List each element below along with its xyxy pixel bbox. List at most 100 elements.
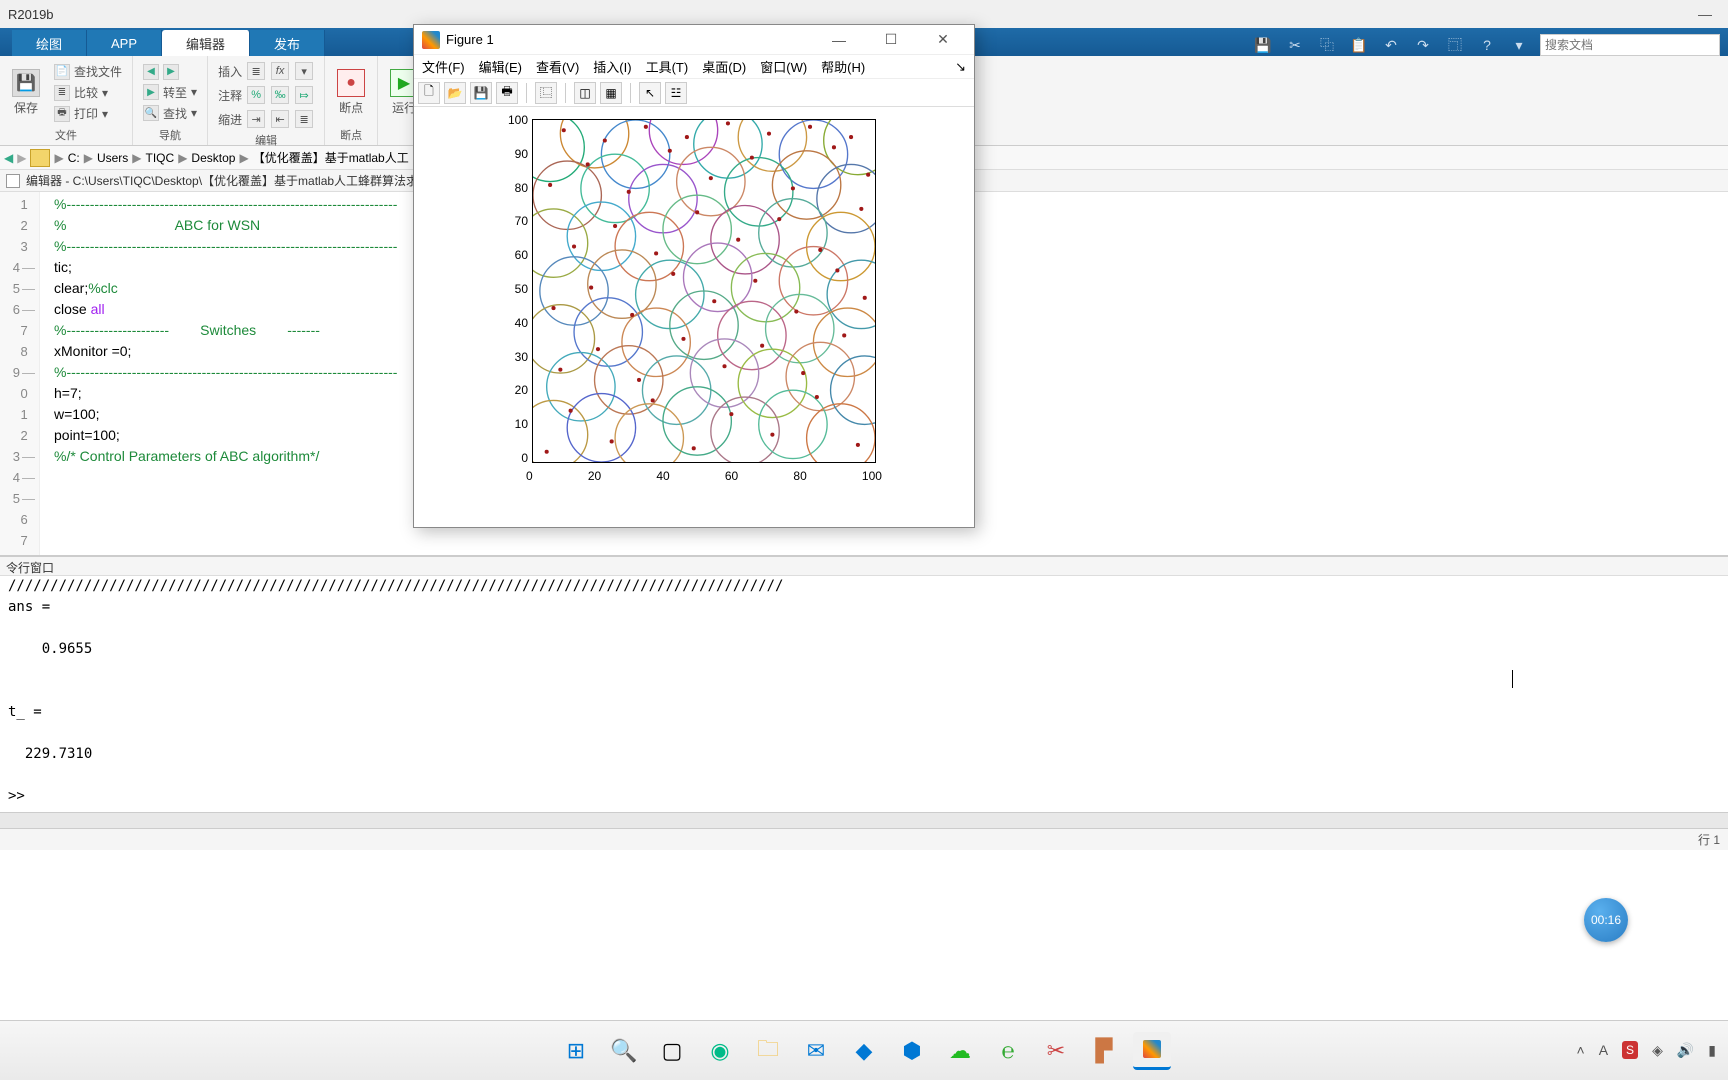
tab-publish[interactable]: 发布 xyxy=(250,30,325,56)
minimize-icon[interactable]: — xyxy=(1698,6,1712,22)
link-icon[interactable]: ⿺ xyxy=(535,82,557,104)
switch-icon[interactable]: ⿹ xyxy=(1444,34,1466,56)
tray-up-icon[interactable]: ˄ xyxy=(1577,1042,1585,1058)
dock-icon[interactable]: ◫ xyxy=(574,82,596,104)
menu-insert[interactable]: 插入(I) xyxy=(593,57,631,76)
command-window[interactable]: ////////////////////////////////////////… xyxy=(0,576,1728,812)
close-icon[interactable]: ✕ xyxy=(920,25,966,55)
search-input[interactable] xyxy=(1540,34,1720,56)
tray-volume-icon[interactable]: 🔊 xyxy=(1677,1042,1694,1059)
wechat-icon[interactable]: ☁ xyxy=(941,1032,979,1070)
horizontal-scrollbar[interactable] xyxy=(0,812,1728,828)
back-icon[interactable]: ◀ xyxy=(4,151,13,165)
tray-battery-icon[interactable]: ▮ xyxy=(1708,1042,1716,1059)
insert-more-icon[interactable]: ▾ xyxy=(295,62,313,80)
copy-icon[interactable]: ⿻ xyxy=(1316,34,1338,56)
tab-plot[interactable]: 绘图 xyxy=(12,30,87,56)
menu-view[interactable]: 查看(V) xyxy=(536,57,579,76)
redo-icon[interactable]: ↷ xyxy=(1412,34,1434,56)
tray-ime-icon[interactable]: A xyxy=(1599,1042,1608,1058)
smart-indent-icon[interactable]: ≣ xyxy=(295,110,313,128)
x-axis-ticks: 020406080100 xyxy=(526,469,882,483)
arrow-left-icon: ◀ xyxy=(143,64,159,80)
figure-titlebar[interactable]: Figure 1 — ☐ ✕ xyxy=(414,25,974,55)
goto-button[interactable]: ▶转至 ▾ xyxy=(141,83,199,102)
maximize-icon[interactable]: ☐ xyxy=(868,25,914,55)
goto-icon: ▶ xyxy=(143,84,159,100)
browser-icon[interactable]: ℮ xyxy=(989,1032,1027,1070)
open-icon[interactable]: 📂 xyxy=(444,82,466,104)
window-controls: — xyxy=(1698,6,1720,22)
breakpoints-icon: ● xyxy=(337,69,365,97)
indent-icon[interactable]: ⇥ xyxy=(247,110,265,128)
save-button[interactable]: 💾 保存 xyxy=(6,65,46,120)
uncomment-icon[interactable]: ‰ xyxy=(271,86,289,104)
tray-wifi-icon[interactable]: ◈ xyxy=(1652,1042,1663,1059)
explorer-icon[interactable]: 🗀 xyxy=(749,1032,787,1070)
y-axis-ticks: 1009080706050403020100 xyxy=(502,113,528,465)
menu-edit[interactable]: 编辑(E) xyxy=(479,57,522,76)
tab-app[interactable]: APP xyxy=(87,30,162,56)
print-icon[interactable]: 🖶 xyxy=(496,82,518,104)
search-icon[interactable]: 🔍 xyxy=(605,1032,643,1070)
forward-icon[interactable]: ▶ xyxy=(17,151,26,165)
app-icon-1[interactable]: ◆ xyxy=(845,1032,883,1070)
axes[interactable] xyxy=(532,119,876,463)
insert-legend-icon[interactable]: ☳ xyxy=(665,82,687,104)
figure-menubar: 文件(F) 编辑(E) 查看(V) 插入(I) 工具(T) 桌面(D) 窗口(W… xyxy=(414,55,974,79)
mail-icon[interactable]: ✉ xyxy=(797,1032,835,1070)
menu-tools[interactable]: 工具(T) xyxy=(646,57,689,76)
help-icon[interactable]: ? xyxy=(1476,34,1498,56)
figure-window[interactable]: Figure 1 — ☐ ✕ 文件(F) 编辑(E) 查看(V) 插入(I) 工… xyxy=(413,24,975,528)
nav-back-button[interactable]: ◀▶ xyxy=(141,63,199,81)
comment-icon[interactable]: % xyxy=(247,86,265,104)
save-icon[interactable]: 💾 xyxy=(1252,34,1274,56)
save-icon[interactable]: 💾 xyxy=(470,82,492,104)
windows-taskbar[interactable]: ⊞ 🔍 ▢ ◉ 🗀 ✉ ◆ ⬢ ☁ ℮ ✂ ▛ ˄ A S ◈ 🔊 ▮ xyxy=(0,1020,1728,1080)
insert-colorbar-icon[interactable]: ▦ xyxy=(600,82,622,104)
menu-desktop[interactable]: 桌面(D) xyxy=(702,57,746,76)
breakpoints-button[interactable]: ● 断点 xyxy=(331,65,371,120)
menu-window[interactable]: 窗口(W) xyxy=(760,57,807,76)
compare-button[interactable]: ≣比较 ▾ xyxy=(52,83,124,102)
outdent-icon[interactable]: ⇤ xyxy=(271,110,289,128)
snip-icon[interactable]: ✂ xyxy=(1037,1032,1075,1070)
paste-icon[interactable]: 📋 xyxy=(1348,34,1370,56)
task-view-icon[interactable]: ▢ xyxy=(653,1032,691,1070)
line-gutter: 1 2 3 4 —5 —6 —7 8 9 —0 1 2 3 —4 —5 —6 7 xyxy=(0,192,40,555)
matlab-logo-icon xyxy=(422,31,440,49)
undo-icon[interactable]: ↶ xyxy=(1380,34,1402,56)
print-icon: 🖶 xyxy=(54,106,70,122)
find-icon: 🔍 xyxy=(143,105,159,121)
wrap-comment-icon[interactable]: ⤇ xyxy=(295,86,313,104)
tray-input-icon[interactable]: S xyxy=(1622,1041,1638,1059)
app-icon-2[interactable]: ⬢ xyxy=(893,1032,931,1070)
app-title: R2019b xyxy=(8,7,54,22)
app-icon-3[interactable]: ▛ xyxy=(1085,1032,1123,1070)
find-button[interactable]: 🔍查找 ▾ xyxy=(141,104,199,123)
dropdown-icon[interactable]: ▾ xyxy=(1508,34,1530,56)
find-files-button[interactable]: 📄查找文件 xyxy=(52,62,124,81)
start-icon[interactable]: ⊞ xyxy=(557,1032,595,1070)
print-button[interactable]: 🖶打印 ▾ xyxy=(52,104,124,123)
cut-icon[interactable]: ✂ xyxy=(1284,34,1306,56)
edit-plot-icon[interactable]: ↖ xyxy=(639,82,661,104)
menu-file[interactable]: 文件(F) xyxy=(422,57,465,76)
quick-access: 💾 ✂ ⿻ 📋 ↶ ↷ ⿹ ? ▾ xyxy=(1252,34,1728,56)
command-window-title: 令行窗口 xyxy=(0,556,1728,576)
insert-section-icon[interactable]: ≣ xyxy=(247,62,265,80)
matlab-taskbar-icon[interactable] xyxy=(1133,1032,1171,1070)
compare-icon: ≣ xyxy=(54,85,70,101)
figure-canvas[interactable]: 1009080706050403020100 020406080100 xyxy=(414,107,974,527)
system-tray[interactable]: ˄ A S ◈ 🔊 ▮ xyxy=(1577,1020,1716,1080)
menu-more-icon[interactable]: ↘ xyxy=(955,59,966,75)
folder-icon[interactable] xyxy=(30,149,50,167)
insert-fx-icon[interactable]: fx xyxy=(271,62,289,80)
save-icon: 💾 xyxy=(12,69,40,97)
new-figure-icon[interactable]: 🗋 xyxy=(418,82,440,104)
menu-help[interactable]: 帮助(H) xyxy=(821,57,865,76)
tab-editor[interactable]: 编辑器 xyxy=(162,30,250,56)
figure-title: Figure 1 xyxy=(446,32,810,47)
minimize-icon[interactable]: — xyxy=(816,25,862,55)
edge-icon[interactable]: ◉ xyxy=(701,1032,739,1070)
